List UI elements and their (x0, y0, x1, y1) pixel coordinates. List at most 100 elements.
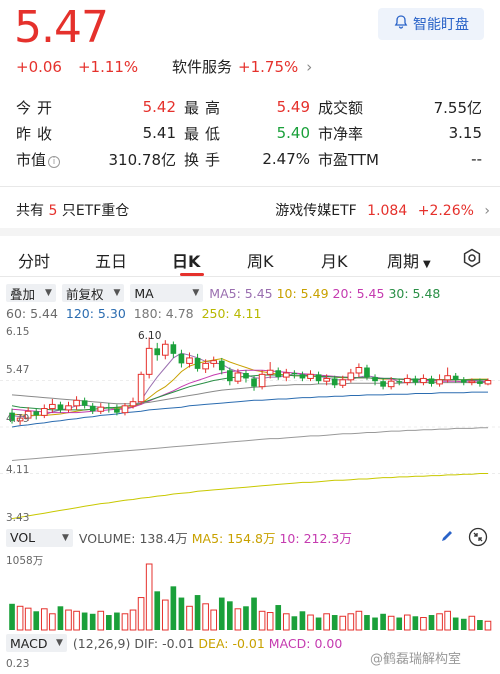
current-price: 5.47 (14, 2, 109, 53)
smart-alert-button[interactable]: 智能盯盘 (378, 8, 484, 40)
adjust-label: 前复权 (65, 286, 104, 302)
volume-bar (444, 610, 451, 631)
volume-value: VOLUME: 138.4万 (78, 531, 188, 546)
candle-body (227, 370, 233, 382)
candle-body (154, 348, 161, 356)
candle-body (452, 375, 459, 380)
candle (178, 349, 185, 368)
candle-body (251, 378, 257, 387)
volume-bar (387, 615, 395, 631)
candle (227, 367, 233, 386)
volume-ma10-value: 10: 212.3万 (279, 531, 352, 546)
volume-bar (106, 615, 112, 630)
ma-dropdown[interactable]: MA ▼ (130, 284, 204, 302)
volume-indicator-dropdown[interactable]: VOL ▼ (6, 528, 73, 547)
divider (0, 276, 500, 277)
settings-icon[interactable] (462, 248, 482, 272)
tab-period[interactable]: 周期 ▼ (387, 248, 431, 272)
tab-monthly-k[interactable]: 月K (321, 248, 348, 272)
volume-bar (33, 611, 40, 630)
volume-bar (380, 613, 386, 630)
candle-body (49, 403, 56, 410)
bell-icon (393, 14, 413, 34)
ma5-value: MA5: 5.45 (209, 285, 273, 301)
candle-body (364, 367, 370, 378)
quote-grid: 今开 5.42 最高 5.49 成交额 7.55亿 昨收 5.41 最低 5.4… (16, 94, 486, 172)
volume-bar (331, 615, 338, 630)
macd-indicator-dropdown[interactable]: MACD ▼ (6, 634, 67, 652)
candle-body (331, 378, 338, 386)
candle-body (436, 379, 443, 385)
candle-body (275, 370, 282, 378)
quote-value-turnover-rate: 2.47% (262, 150, 310, 168)
candle-body (194, 357, 201, 369)
candlestick-chart[interactable] (0, 324, 500, 526)
candle (258, 370, 266, 390)
etf-count: 5 (48, 203, 58, 219)
candle (403, 374, 411, 386)
overlay-dropdown[interactable]: 叠加 ▼ (6, 284, 56, 302)
macd-y-label: 0.23 (6, 658, 30, 670)
tab-daily-k[interactable]: 日K (172, 248, 200, 272)
candle-body (460, 379, 467, 383)
candle-body (315, 374, 322, 382)
ma-line-ma180 (11, 427, 488, 461)
sector-link[interactable]: 软件服务 +1.75% › (172, 56, 312, 77)
volume-bar (460, 618, 467, 630)
candle-body (355, 367, 363, 374)
pen-icon[interactable] (440, 529, 454, 546)
candle-body (412, 378, 419, 383)
volume-bar (65, 609, 72, 631)
watermark: @鹤磊瑞解构室 (370, 652, 462, 667)
volume-bar (161, 599, 169, 631)
volume-bar (412, 616, 419, 630)
candle-body (210, 360, 218, 364)
adjust-dropdown[interactable]: 前复权 ▼ (61, 284, 125, 302)
candle (307, 370, 314, 382)
etf-holdings-row[interactable]: 共有 5 只ETF重仓 游戏传媒ETF 1.084 +2.26% › (16, 200, 490, 220)
quote-label-market-cap[interactable]: 市值 i (16, 149, 70, 170)
ma120-value: 120: 5.30 (65, 306, 126, 321)
chart-period-tabs: 分时 五日 日K 周K 月K 周期 ▼ (0, 244, 500, 276)
macd-value: MACD: 0.00 (268, 635, 343, 651)
candle-body (170, 344, 177, 354)
candle (355, 363, 363, 378)
quote-row: 昨收 5.41 最低 5.40 市净率 3.15 (16, 120, 486, 146)
volume-bar (194, 595, 201, 630)
quote-label-prev-close: 昨收 (16, 124, 59, 143)
quote-row: 市值 i 310.78亿 换手 2.47% 市盈TTM -- (16, 146, 486, 172)
candle (154, 342, 161, 361)
volume-bar (16, 605, 24, 631)
candle-body (218, 360, 225, 371)
candle-body (89, 405, 96, 412)
volume-bar (436, 613, 443, 631)
candle-body (97, 406, 105, 412)
candle-body (266, 369, 274, 375)
tab-five-day[interactable]: 五日 (95, 248, 127, 272)
divider (0, 186, 500, 187)
candle (428, 375, 435, 387)
candle (420, 374, 427, 386)
collapse-icon[interactable] (468, 527, 488, 550)
candle-body (372, 377, 378, 382)
sector-change: +1.75% (238, 57, 299, 76)
candle-body (57, 404, 64, 410)
volume-chart[interactable] (0, 552, 500, 632)
candle-body (396, 381, 403, 383)
candle (40, 404, 48, 419)
info-icon[interactable]: i (48, 155, 61, 168)
macd-label: MACD (10, 635, 48, 651)
candle-body (282, 372, 290, 378)
volume-bar (129, 609, 137, 631)
candle (460, 377, 467, 386)
candle-body (477, 381, 483, 384)
volume-bar (355, 610, 363, 631)
candle-body (468, 380, 476, 384)
volume-bar (339, 615, 347, 631)
tab-intraday[interactable]: 分时 (18, 248, 50, 272)
volume-bar (420, 617, 427, 631)
price-change-percent: +1.11% (77, 58, 139, 76)
candle-body (258, 373, 266, 388)
volume-bar (315, 617, 322, 630)
tab-weekly-k[interactable]: 周K (247, 248, 274, 272)
